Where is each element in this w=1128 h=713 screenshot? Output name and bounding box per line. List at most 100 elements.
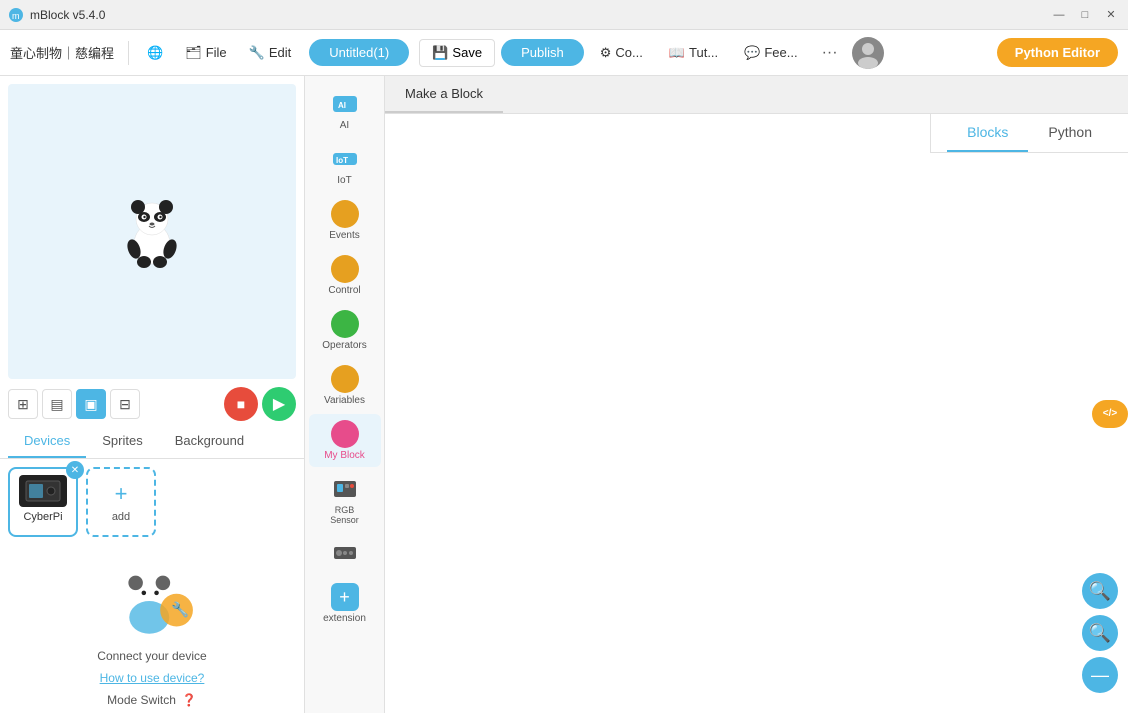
python-toggle-btn[interactable]: </>	[1092, 400, 1128, 428]
layout-btn-1[interactable]: ⊞	[8, 389, 38, 419]
panda-character	[120, 194, 185, 269]
panel-tabs: Devices Sprites Background	[0, 425, 304, 459]
globe-icon: 🌐	[147, 45, 163, 61]
block-cat-control[interactable]: Control	[309, 249, 381, 302]
mode-switch-label: Mode Switch	[107, 693, 176, 707]
zoom-out-button[interactable]: 🔍	[1082, 615, 1118, 651]
rgb-sensor-icon	[331, 475, 359, 503]
make-block-tab[interactable]: Make a Block	[385, 76, 503, 113]
tab-python[interactable]: Python	[1028, 114, 1112, 152]
file-menu[interactable]: 🗂 File	[177, 41, 234, 65]
globe-menu[interactable]: 🌐	[139, 41, 171, 65]
svg-text:m: m	[12, 11, 20, 21]
project-name-button[interactable]: Untitled(1)	[309, 39, 409, 66]
right-area: Make a Block Blocks Python </> 🔍	[385, 76, 1128, 713]
operators-dot	[331, 310, 359, 338]
svg-text:IoT: IoT	[336, 156, 348, 165]
maximize-button[interactable]: □	[1076, 6, 1094, 24]
stage	[8, 84, 296, 379]
add-device-button[interactable]: + add	[86, 467, 156, 537]
feedback-label: Fee...	[764, 45, 797, 60]
block-cat-operators[interactable]: Operators	[309, 304, 381, 357]
device-card-cyberpi[interactable]: ✕ CyberPi	[8, 467, 78, 537]
ai-label: AI	[340, 120, 349, 131]
left-panel: ⊞ ▤ ▣ ⊟ ■ ▶ Devices Sprites Background	[0, 76, 305, 713]
variables-label: Variables	[324, 395, 365, 406]
python-editor-button[interactable]: Python Editor	[997, 38, 1118, 67]
menubar: 童心制物｜慈编程 🌐 🗂 File 🔧 Edit Untitled(1) 💾 S…	[0, 30, 1128, 76]
sensor2-icon	[331, 539, 359, 567]
tab-background[interactable]: Background	[159, 425, 260, 458]
zoom-in-icon: 🔍	[1089, 581, 1111, 602]
connect-button[interactable]: ⚙ Co...	[590, 40, 653, 66]
block-cat-ai[interactable]: AI AI	[309, 84, 381, 137]
layout4-icon: ⊟	[119, 396, 131, 413]
save-icon: 💾	[432, 45, 448, 61]
how-to-link[interactable]: How to use device?	[100, 671, 205, 685]
tab-sprites[interactable]: Sprites	[86, 425, 158, 458]
tab-blocks[interactable]: Blocks	[947, 114, 1028, 152]
block-cat-sensor2[interactable]	[309, 533, 381, 575]
save-button[interactable]: 💾 Save	[419, 39, 495, 67]
zoom-controls: 🔍 🔍 —	[1082, 573, 1118, 693]
file-icon: 🗂	[185, 45, 202, 61]
layout-btn-2[interactable]: ▤	[42, 389, 72, 419]
titlebar: m mBlock v5.4.0 — □ ✕	[0, 0, 1128, 30]
layout1-icon: ⊞	[17, 396, 29, 413]
block-cat-my-block[interactable]: My Block	[309, 414, 381, 467]
book-icon: 📖	[669, 45, 685, 61]
wrench-icon: 🔧	[249, 45, 265, 61]
svg-text:AI: AI	[338, 101, 346, 110]
make-block-header: Make a Block	[385, 76, 1128, 114]
block-cat-variables[interactable]: Variables	[309, 359, 381, 412]
zoom-in-button[interactable]: 🔍	[1082, 573, 1118, 609]
main-area: ⊞ ▤ ▣ ⊟ ■ ▶ Devices Sprites Background	[0, 76, 1128, 713]
remove-device-button[interactable]: ✕	[66, 461, 84, 479]
tab-devices[interactable]: Devices	[8, 425, 86, 458]
save-label: Save	[452, 45, 482, 60]
control-label: Control	[328, 285, 360, 296]
control-dot	[331, 255, 359, 283]
connect-illustration: 🔧	[102, 561, 202, 641]
add-icon: +	[115, 481, 128, 507]
go-button[interactable]: ▶	[262, 387, 296, 421]
avatar[interactable]	[852, 37, 884, 69]
tutorial-button[interactable]: 📖 Tut...	[659, 40, 728, 66]
operators-label: Operators	[322, 340, 366, 351]
publish-button[interactable]: Publish	[501, 39, 584, 66]
block-cat-events[interactable]: Events	[309, 194, 381, 247]
more-button[interactable]: ···	[814, 40, 846, 66]
my-block-label: My Block	[324, 450, 365, 461]
layout-btn-4[interactable]: ⊟	[110, 389, 140, 419]
edit-menu[interactable]: 🔧 Edit	[241, 41, 300, 65]
code-tabs: Blocks Python	[930, 114, 1128, 153]
stage-controls: ⊞ ▤ ▣ ⊟ ■ ▶	[0, 383, 304, 425]
events-dot	[331, 200, 359, 228]
zoom-fit-icon: —	[1091, 665, 1109, 686]
stop-button[interactable]: ■	[224, 387, 258, 421]
my-block-dot	[331, 420, 359, 448]
connect-text: Connect your device	[97, 649, 206, 663]
layout-btn-3[interactable]: ▣	[76, 389, 106, 419]
feedback-icon: 💬	[744, 45, 760, 61]
stop-icon: ■	[237, 396, 245, 412]
edit-label: Edit	[269, 45, 291, 60]
device-name: CyberPi	[23, 511, 62, 523]
device-icon	[19, 475, 67, 507]
svg-text:🔧: 🔧	[171, 600, 189, 618]
app-logo: m	[8, 7, 24, 23]
zoom-fit-button[interactable]: —	[1082, 657, 1118, 693]
connect-icon: ⚙	[600, 45, 612, 61]
python-side-toggle[interactable]: </>	[1092, 400, 1128, 428]
feedback-button[interactable]: 💬 Fee...	[734, 40, 807, 66]
block-cat-rgb-sensor[interactable]: RGBSensor	[309, 469, 381, 531]
block-cat-iot[interactable]: IoT IoT	[309, 139, 381, 192]
close-button[interactable]: ✕	[1102, 6, 1120, 24]
layout3-icon: ▣	[84, 396, 97, 413]
connect-label: Co...	[615, 45, 642, 60]
minimize-button[interactable]: —	[1050, 6, 1068, 24]
ai-icon: AI	[331, 90, 359, 118]
extension-button[interactable]: + extension	[319, 577, 370, 630]
code-canvas: </> 🔍 🔍 —	[385, 114, 1128, 713]
tutorial-label: Tut...	[689, 45, 718, 60]
